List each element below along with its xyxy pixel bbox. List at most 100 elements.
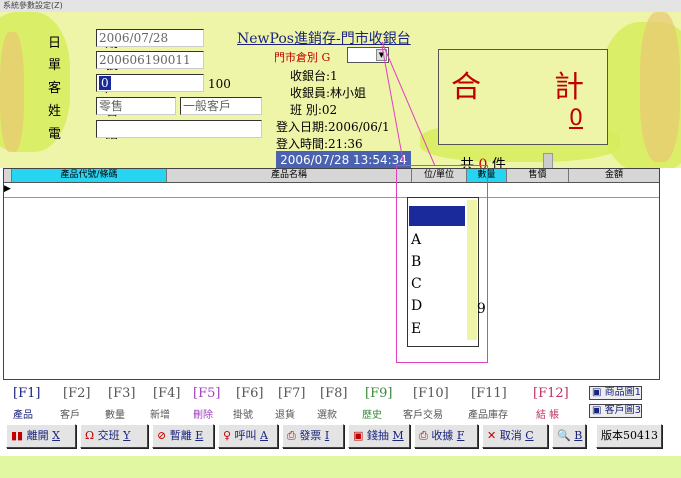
total-panel: 合 計 0 (438, 49, 608, 145)
button-icon: ✕ (487, 429, 497, 442)
fkey-5-label[interactable]: 刪除 (193, 406, 213, 421)
fkey-8-label[interactable]: 選款 (317, 406, 337, 421)
action-button-6[interactable]: ⎙ 收據 F (414, 424, 478, 448)
button-icon: ▮▮ (11, 429, 24, 442)
callout-line (381, 41, 436, 167)
action-button-8[interactable]: 🔍 B (552, 424, 586, 448)
register-info: 收銀台:1 (290, 69, 338, 83)
window-icon: ▣ (592, 387, 605, 398)
button-shortcut: I (324, 429, 330, 442)
shift-info: 班 別:02 (290, 103, 338, 117)
footer-bar (0, 456, 681, 478)
customer-image-button[interactable]: ▣ 客戶圖3 (589, 404, 643, 418)
button-icon: Ω (85, 429, 95, 442)
button-shortcut: C (525, 429, 534, 442)
fkey-bar: [F1] 產品 [F2] 客戶 [F3] 數量 [F4] 新增 [F5] 刪除 [F6] 掛號 [F7]… (3, 384, 681, 424)
login-date-info: 登入日期:2006/06/1 (276, 120, 390, 134)
name-field[interactable]: 零售 (96, 97, 176, 115)
fkey-1-label[interactable]: 產品 (13, 406, 33, 421)
button-label: 收據 (431, 429, 454, 442)
fkey-11-label[interactable]: 產品庫存 (468, 406, 508, 421)
dropdown-option-d[interactable]: D (409, 295, 465, 315)
button-icon: ⎙ (287, 429, 296, 442)
login-time-info: 登入時間:21:36 (276, 137, 363, 151)
button-shortcut: Y (123, 429, 131, 442)
dropdown-option-e[interactable]: E (409, 318, 465, 338)
fkey-1-button[interactable]: [F1] (13, 386, 40, 401)
total-label-2: 計 (554, 70, 584, 105)
date-field[interactable]: 2006/07/28 (96, 29, 204, 47)
action-button-3[interactable]: ♀ 呼叫 A (218, 424, 278, 448)
button-label: 呼叫 (234, 429, 257, 442)
fkey-9-button[interactable]: [F9] (365, 386, 392, 401)
dropdown-scrollbar[interactable] (467, 200, 477, 340)
button-label: 發票 (299, 429, 322, 442)
button-label: 交班 (97, 429, 120, 442)
cashier-info: 收銀員:林小姐 (290, 86, 367, 100)
col-header-amount[interactable]: 金額 (569, 169, 659, 182)
dropdown-option-c[interactable]: C (409, 273, 465, 293)
action-button-0[interactable]: ▮▮ 離開 X (6, 424, 76, 448)
row-pointer-icon: ▶ (4, 184, 11, 194)
col-header-name[interactable]: 產品名稱 (167, 169, 412, 182)
customer-type-field[interactable]: 一般客戶 (180, 97, 262, 115)
action-button-5[interactable]: ▣ 錢抽 M (348, 424, 410, 448)
button-shortcut: F (456, 429, 465, 442)
window-title: 系統參數設定(Z) (3, 1, 63, 10)
window-title-bar[interactable]: 系統參數設定(Z) (0, 0, 681, 12)
fkey-7-label[interactable]: 退貨 (275, 406, 295, 421)
row-selector-header (4, 169, 12, 182)
fkey-6-button[interactable]: [F6] (236, 386, 263, 401)
button-label: 暫離 (169, 429, 192, 442)
customer-field[interactable]: 0 (96, 74, 204, 92)
button-shortcut: E (195, 429, 204, 442)
fkey-5-button[interactable]: [F5] (193, 386, 220, 401)
fkey-7-button[interactable]: [F7] (278, 386, 305, 401)
dropdown-option-a[interactable]: A (409, 229, 465, 249)
dropdown-option-b[interactable]: B (409, 251, 465, 271)
button-shortcut: B (574, 429, 583, 442)
fkey-12-button[interactable]: [F12] (533, 386, 569, 401)
version-label: 版本50413 (596, 424, 662, 448)
fkey-8-button[interactable]: [F8] (320, 386, 347, 401)
button-label: 錢抽 (366, 429, 389, 442)
button-label: 取消 (499, 429, 522, 442)
action-button-7[interactable]: ✕ 取消 C (482, 424, 548, 448)
fkey-9-label[interactable]: 歷史 (362, 406, 382, 421)
button-label: 離開 (26, 429, 49, 442)
grid-header: 產品代號/條碼 產品名稱 位/單位 數量 售價 金額 (4, 169, 659, 183)
action-button-1[interactable]: Ω 交班 Y (80, 424, 148, 448)
fkey-2-button[interactable]: [F2] (63, 386, 90, 401)
fkey-11-button[interactable]: [F11] (471, 386, 507, 401)
button-shortcut: X (52, 429, 60, 442)
table-row[interactable]: ▶ (4, 183, 659, 198)
phone-field[interactable] (96, 120, 262, 138)
action-button-4[interactable]: ⎙ 發票 I (282, 424, 344, 448)
action-button-2[interactable]: ⊘ 暫離 E (152, 424, 214, 448)
items-grid[interactable]: 產品代號/條碼 產品名稱 位/單位 數量 售價 金額 ▶ (3, 168, 660, 380)
dropdown-option-blank[interactable] (409, 206, 465, 226)
fkey-3-label[interactable]: 數量 (105, 406, 125, 421)
warehouse-label: 門市倉別 G (274, 51, 331, 64)
button-shortcut: M (392, 429, 404, 442)
product-image-button[interactable]: ▣ 商品圖1 (589, 386, 643, 400)
fkey-2-label[interactable]: 客戶 (60, 406, 80, 421)
order-field[interactable]: 200606190011 (96, 51, 204, 69)
button-icon: ▣ (353, 429, 364, 442)
fkey-6-label[interactable]: 掛號 (233, 406, 253, 421)
fkey-10-button[interactable]: [F10] (413, 386, 449, 401)
fkey-4-button[interactable]: [F4] (153, 386, 180, 401)
fkey-12-label[interactable]: 結 帳 (536, 406, 559, 421)
fkey-4-label[interactable]: 新增 (150, 406, 170, 421)
fkey-10-label[interactable]: 客戶交易 (403, 406, 443, 421)
col-header-code[interactable]: 產品代號/條碼 (12, 169, 167, 182)
total-value: 0 (569, 106, 583, 131)
header-panel: 日 期 2006/07/28 單 號 200606190011 客 戶 0 10… (0, 12, 681, 168)
count-suffix: 件 (491, 157, 506, 168)
customer-code: 0 (99, 76, 111, 90)
grid-scrollbar[interactable] (660, 168, 680, 380)
fkey-3-button[interactable]: [F3] (108, 386, 135, 401)
button-icon: ⊘ (157, 429, 167, 442)
col-header-price[interactable]: 售價 (507, 169, 569, 182)
button-icon: ⎙ (419, 429, 428, 442)
